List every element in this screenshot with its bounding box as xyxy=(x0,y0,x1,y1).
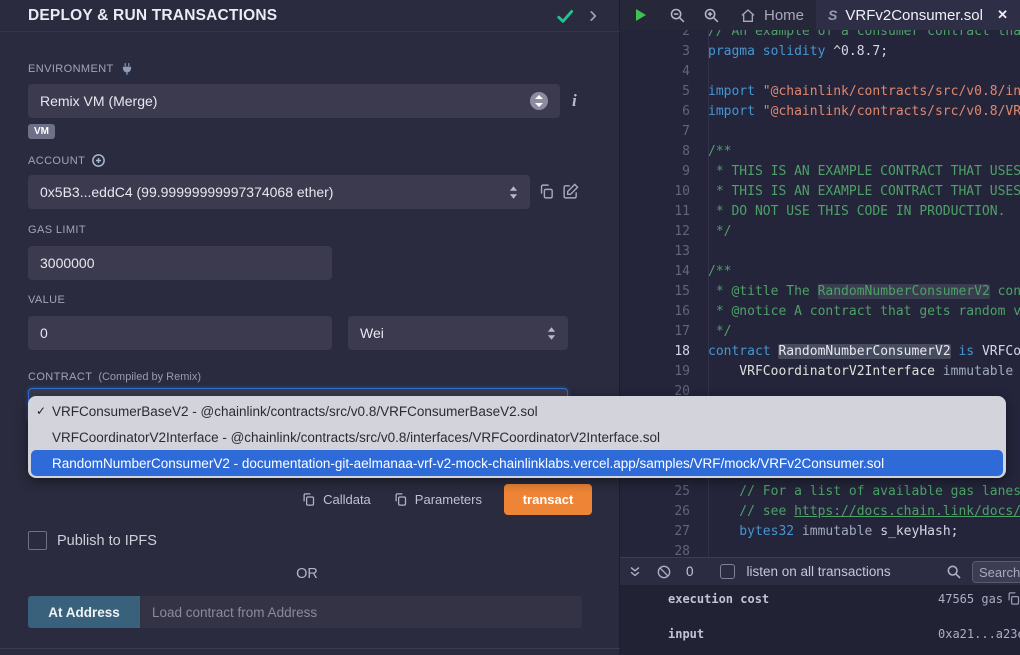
code-line: 18contract RandomNumberConsumerV2 is VRF… xyxy=(620,342,1020,362)
environment-caret-icon xyxy=(530,92,548,110)
environment-select[interactable]: Remix VM (Merge) xyxy=(28,84,560,118)
parameters-button[interactable]: Parameters xyxy=(393,491,482,507)
clipboard-icon xyxy=(301,491,316,507)
environment-value: Remix VM (Merge) xyxy=(40,93,157,109)
value-label: VALUE xyxy=(28,294,65,306)
panel-title: DEPLOY & RUN TRANSACTIONS xyxy=(28,7,554,25)
editor-region: Home S VRFv2Consumer.sol ✕ 2// An exampl… xyxy=(620,0,1020,655)
transaction-count-badge: 0 xyxy=(686,564,694,579)
code-line: 12 */ xyxy=(620,222,1020,242)
at-address-input[interactable] xyxy=(140,596,582,628)
editor-topbar: Home S VRFv2Consumer.sol ✕ xyxy=(620,0,1020,30)
terminal-row-value: 47565 gas xyxy=(938,592,1003,606)
solidity-file-icon: S xyxy=(828,7,837,23)
account-label: ACCOUNT xyxy=(28,153,106,168)
remix-ide-window: DEPLOY & RUN TRANSACTIONS ENVIRONMENT Re… xyxy=(0,0,1020,655)
collapse-panel-chevron-icon[interactable] xyxy=(582,5,604,27)
code-line: 15 * @title The RandomNumberConsumerV2 c… xyxy=(620,282,1020,302)
home-icon xyxy=(740,6,756,23)
deploy-actions-row: Calldata Parameters transact xyxy=(0,483,592,515)
code-line: 11 * DO NOT USE THIS CODE IN PRODUCTION. xyxy=(620,202,1020,222)
copy-value-icon[interactable] xyxy=(1006,591,1020,606)
terminal-collapse-icon[interactable] xyxy=(628,565,642,579)
environment-label: ENVIRONMENT xyxy=(28,62,134,76)
value-unit-select[interactable]: Wei xyxy=(348,316,568,350)
code-line: 7 xyxy=(620,122,1020,142)
contract-sublabel: (Compiled by Remix) xyxy=(98,371,201,383)
code-lines: 3pragma solidity ^0.8.7; 4 5import "@cha… xyxy=(620,42,1020,557)
account-select[interactable]: 0x5B3...eddC4 (99.99999999997374068 ethe… xyxy=(28,175,530,209)
code-line: 5import "@chainlink/contracts/src/v0.8/i… xyxy=(620,82,1020,102)
publish-ipfs-label: Publish to IPFS xyxy=(57,533,157,549)
value-input[interactable] xyxy=(28,316,332,350)
zoom-out-icon[interactable] xyxy=(660,0,694,30)
code-line: 25 // For a list of available gas lanes … xyxy=(620,482,1020,502)
code-line: 27 bytes32 immutable s_keyHash; xyxy=(620,522,1020,542)
add-account-icon[interactable] xyxy=(91,153,106,168)
code-line: 16 * @notice A contract that gets random… xyxy=(620,302,1020,322)
code-line: 19 VRFCoordinatorV2Interface immutable C… xyxy=(620,362,1020,382)
contract-label: CONTRACT (Compiled by Remix) xyxy=(28,371,201,383)
code-line: 13 xyxy=(620,242,1020,262)
gas-limit-label: GAS LIMIT xyxy=(28,224,86,236)
terminal-row-label: execution cost xyxy=(668,592,769,606)
contract-dropdown-menu: ✓ VRFConsumerBaseV2 - @chainlink/contrac… xyxy=(28,396,1006,478)
transact-button[interactable]: transact xyxy=(504,484,592,515)
plug-icon xyxy=(120,62,134,76)
code-line: 6import "@chainlink/contracts/src/v0.8/V… xyxy=(620,102,1020,122)
terminal-bar: 0 listen on all transactions xyxy=(620,557,1020,585)
account-value: 0x5B3...eddC4 (99.99999999997374068 ethe… xyxy=(40,184,333,200)
panel-divider xyxy=(0,648,620,649)
dropdown-option-vrfconsumerbasev2[interactable]: ✓ VRFConsumerBaseV2 - @chainlink/contrac… xyxy=(28,398,1006,424)
terminal-row-value: 0xa21...a23e4 xyxy=(938,627,1020,641)
terminal-row-label: input xyxy=(668,627,704,641)
code-line: 14/** xyxy=(620,262,1020,282)
code-line: 3pragma solidity ^0.8.7; xyxy=(620,42,1020,62)
zoom-in-icon[interactable] xyxy=(694,0,728,30)
account-caret-icon xyxy=(509,186,518,199)
search-icon xyxy=(946,564,962,580)
edit-account-icon[interactable] xyxy=(562,183,579,201)
clipped-code-line: 2// An example of a consumer contract th… xyxy=(620,30,1020,42)
clear-console-icon[interactable] xyxy=(656,564,672,580)
code-line: 26 // see https://docs.chain.link/docs/v… xyxy=(620,502,1020,522)
value-unit: Wei xyxy=(360,325,384,341)
unit-caret-icon xyxy=(547,327,556,340)
code-line: 17 */ xyxy=(620,322,1020,342)
calldata-button[interactable]: Calldata xyxy=(301,491,371,507)
or-separator: OR xyxy=(0,566,614,582)
listen-all-transactions-label: listen on all transactions xyxy=(747,564,891,579)
tab-home[interactable]: Home xyxy=(728,0,816,30)
at-address-button[interactable]: At Address xyxy=(28,596,140,628)
dropdown-option-randomnumberconsumerv2[interactable]: RandomNumberConsumerV2 - documentation-g… xyxy=(31,450,1003,476)
panel-header: DEPLOY & RUN TRANSACTIONS xyxy=(0,0,620,32)
compile-success-check-icon xyxy=(554,5,576,27)
terminal-search-input[interactable] xyxy=(972,561,1020,583)
tab-vrfv2consumer[interactable]: S VRFv2Consumer.sol ✕ xyxy=(816,0,1020,30)
dropdown-option-vrfcoordinatorv2interface[interactable]: VRFCoordinatorV2Interface - @chainlink/c… xyxy=(28,424,1006,450)
tab-label: VRFv2Consumer.sol xyxy=(845,7,983,24)
environment-info-icon[interactable]: i xyxy=(572,91,577,111)
vm-badge: VM xyxy=(28,124,55,139)
copy-account-icon[interactable] xyxy=(538,183,555,201)
close-tab-icon[interactable]: ✕ xyxy=(997,7,1008,23)
terminal-output[interactable]: execution cost 47565 gas input 0xa21...a… xyxy=(620,585,1020,655)
publish-ipfs-checkbox[interactable] xyxy=(28,531,47,550)
gas-limit-input[interactable] xyxy=(28,246,332,280)
code-line: 10 * THIS IS AN EXAMPLE CONTRACT THAT US… xyxy=(620,182,1020,202)
run-script-play-icon[interactable] xyxy=(620,0,660,30)
deploy-run-panel: DEPLOY & RUN TRANSACTIONS ENVIRONMENT Re… xyxy=(0,0,620,655)
code-line: 28 xyxy=(620,542,1020,557)
listen-all-transactions-checkbox[interactable] xyxy=(720,564,735,579)
code-line: 8/** xyxy=(620,142,1020,162)
code-line: 9 * THIS IS AN EXAMPLE CONTRACT THAT USE… xyxy=(620,162,1020,182)
clipboard-icon xyxy=(393,491,408,507)
code-line: 4 xyxy=(620,62,1020,82)
selected-check-icon: ✓ xyxy=(34,404,48,418)
